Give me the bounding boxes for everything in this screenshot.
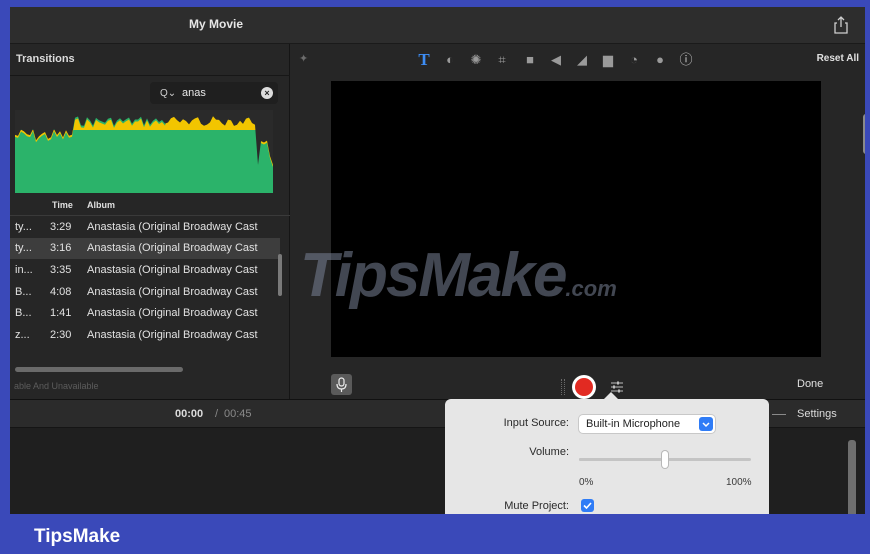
chevron-down-icon [699, 417, 713, 431]
crop-icon[interactable]: ⌗ [493, 51, 511, 69]
input-source-select[interactable]: Built-in Microphone [579, 415, 715, 433]
song-album: Anastasia (Original Broadway Cast [87, 286, 258, 298]
volume-max-label: 100% [726, 477, 752, 488]
volume-slider[interactable] [579, 451, 751, 468]
window-title: My Movie [188, 17, 243, 31]
done-button[interactable]: Done [797, 378, 823, 390]
title-tool-icon[interactable]: T [415, 51, 433, 69]
viewer-panel: ✦ T ◐ ✺ ⌗ ■ ◀ ◢ ▆ ◔ ● ⓘ Reset All Done [291, 44, 865, 399]
column-time[interactable]: Time [52, 200, 73, 210]
viewer-scrollbar[interactable] [863, 114, 865, 154]
screenshot-frame: My Movie Transitions Q⌄ × Time A [0, 0, 870, 554]
song-time: 3:16 [50, 242, 72, 254]
search-input[interactable] [182, 85, 256, 101]
volume-icon[interactable]: ◀ [547, 51, 565, 69]
song-time: 3:29 [50, 221, 72, 233]
song-time: 3:35 [50, 264, 72, 276]
song-time: 1:41 [50, 307, 72, 319]
search-field[interactable]: Q⌄ × [150, 82, 278, 104]
volume-slider-thumb[interactable] [662, 451, 668, 468]
song-title: z... [15, 329, 30, 341]
song-list: ty... 3:29 Anastasia (Original Broadway … [10, 217, 280, 369]
input-source-value: Built-in Microphone [586, 418, 681, 430]
mute-project-label: Mute Project: [504, 500, 569, 512]
filter-icon[interactable]: ● [651, 51, 669, 69]
reset-all-button[interactable]: Reset All [817, 53, 859, 64]
adjust-toolbar: ✦ T ◐ ✺ ⌗ ■ ◀ ◢ ▆ ◔ ● ⓘ Reset All [291, 44, 865, 76]
song-time: 4:08 [50, 286, 72, 298]
color-balance-icon[interactable]: ◐ [441, 51, 459, 69]
microphone-icon [336, 377, 347, 392]
song-title: B... [15, 286, 32, 298]
list-vertical-scrollbar[interactable] [278, 254, 282, 296]
song-album: Anastasia (Original Broadway Cast [87, 264, 258, 276]
video-preview [331, 81, 821, 357]
table-row[interactable]: ty... 3:29 Anastasia (Original Broadway … [10, 217, 280, 238]
table-row[interactable]: B... 4:08 Anastasia (Original Broadway C… [10, 282, 280, 303]
total-duration: 00:45 [224, 408, 252, 420]
song-title: B... [15, 307, 32, 319]
timeline-scrollbar[interactable] [848, 440, 856, 514]
popover-arrow [603, 392, 619, 400]
watermark-suffix: .com [565, 276, 617, 301]
settings-button[interactable]: Settings [797, 408, 837, 420]
current-timecode: 00:00 [175, 408, 204, 420]
zoom-slider[interactable] [772, 414, 786, 415]
media-browser: Transitions Q⌄ × Time Album ty... 3:29 [10, 44, 290, 399]
clear-search-icon[interactable]: × [261, 87, 273, 99]
table-row[interactable]: z... 2:30 Anastasia (Original Broadway C… [10, 325, 280, 346]
browser-footer-text: able And Unavailable [14, 381, 99, 391]
color-correction-icon[interactable]: ✺ [467, 51, 485, 69]
song-title: in... [15, 264, 33, 276]
song-album: Anastasia (Original Broadway Cast [87, 242, 258, 254]
voiceover-microphone-button[interactable] [331, 374, 352, 395]
mute-project-checkbox[interactable] [581, 499, 594, 512]
stabilization-icon[interactable]: ■ [521, 51, 539, 69]
search-icon: Q⌄ [160, 88, 177, 99]
song-title: ty... [15, 221, 32, 233]
volume-label: Volume: [529, 446, 569, 458]
timecode-separator: / [215, 408, 219, 420]
audio-effects-icon[interactable]: ◢ [573, 51, 591, 69]
song-table-header: Time Album [10, 194, 290, 216]
equalizer-icon[interactable]: ▆ [599, 51, 617, 69]
table-row[interactable]: ty... 3:16 Anastasia (Original Broadway … [10, 238, 280, 259]
table-row[interactable]: in... 3:35 Anastasia (Original Broadway … [10, 260, 280, 281]
brand-logo-text: TipsMake [34, 526, 121, 547]
voiceover-options-popover: Input Source: Built-in Microphone Volume… [445, 392, 769, 514]
table-row[interactable]: B... 1:41 Anastasia (Original Broadway C… [10, 303, 280, 324]
title-bar: My Movie [10, 7, 865, 44]
tab-transitions[interactable]: Transitions [16, 53, 75, 65]
song-album: Anastasia (Original Broadway Cast [87, 221, 258, 233]
input-source-label: Input Source: [503, 417, 569, 429]
audio-waveform[interactable] [15, 110, 273, 193]
song-album: Anastasia (Original Broadway Cast [87, 307, 258, 319]
share-icon[interactable] [833, 16, 849, 34]
volume-min-label: 0% [579, 477, 594, 488]
info-icon[interactable]: ⓘ [677, 51, 695, 69]
column-album[interactable]: Album [87, 200, 115, 210]
browser-header: Transitions [10, 44, 290, 76]
record-button[interactable] [572, 375, 596, 399]
speed-icon[interactable]: ◔ [625, 51, 643, 69]
checkmark-icon [583, 502, 592, 510]
drag-handle [561, 379, 565, 395]
watermark-text: TipsMake [300, 241, 567, 310]
song-title: ty... [15, 242, 32, 254]
magic-wand-icon[interactable]: ✦ [299, 52, 308, 65]
watermark: TipsMake.com [300, 240, 617, 311]
list-horizontal-scrollbar[interactable] [15, 367, 183, 372]
song-album: Anastasia (Original Broadway Cast [87, 329, 258, 341]
volume-slider-fill [579, 458, 665, 461]
song-time: 2:30 [50, 329, 72, 341]
